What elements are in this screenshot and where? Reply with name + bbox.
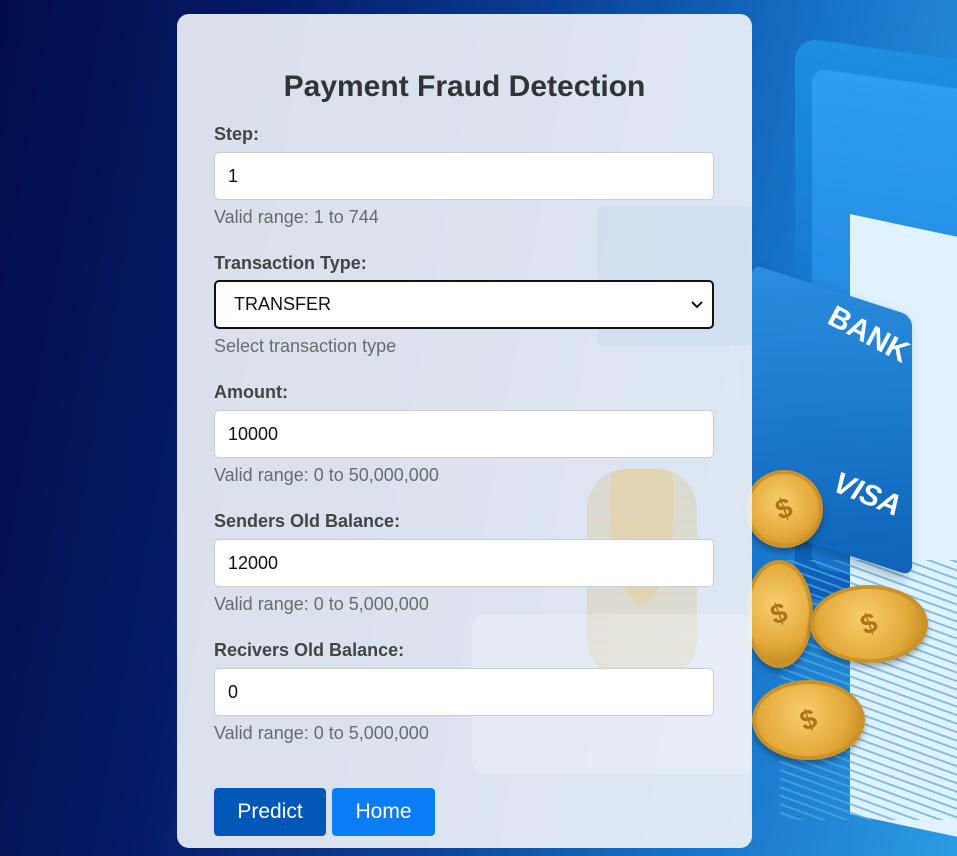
- predict-button[interactable]: Predict: [214, 788, 326, 836]
- recivers-old-balance-label: Recivers Old Balance:: [214, 640, 405, 660]
- transaction-type-label: Transaction Type:: [214, 253, 367, 273]
- amount-field-group: Amount: Valid range: 0 to 50,000,000: [214, 382, 715, 485]
- recivers-old-balance-field-group: Recivers Old Balance: Valid range: 0 to …: [214, 640, 715, 743]
- form-actions: Predict Home: [214, 788, 715, 836]
- page-title: Payment Fraud Detection: [283, 70, 646, 103]
- amount-label: Amount:: [214, 382, 288, 402]
- amount-input[interactable]: [214, 410, 714, 458]
- step-input[interactable]: [214, 152, 714, 200]
- transaction-type-select[interactable]: TRANSFER: [214, 280, 714, 329]
- senders-old-balance-hint: Valid range: 0 to 5,000,000: [214, 594, 429, 614]
- step-hint: Valid range: 1 to 744: [214, 207, 379, 227]
- transaction-type-selected-value: TRANSFER: [234, 294, 332, 314]
- transaction-type-field-group: Transaction Type: TRANSFER Select transa…: [214, 253, 715, 356]
- home-button[interactable]: Home: [332, 788, 435, 836]
- senders-old-balance-label: Senders Old Balance:: [214, 511, 401, 531]
- recivers-old-balance-input[interactable]: [214, 668, 714, 716]
- step-field-group: Step: Valid range: 1 to 744: [214, 124, 715, 227]
- coin-icon: [810, 585, 928, 663]
- step-label: Step:: [214, 124, 259, 144]
- coin-icon: [745, 560, 813, 668]
- fraud-detection-form-panel: Payment Fraud Detection Step: Valid rang…: [177, 14, 752, 848]
- senders-old-balance-input[interactable]: [214, 539, 714, 587]
- chevron-down-icon: [690, 298, 704, 312]
- coin-icon: [752, 680, 865, 760]
- transaction-type-hint: Select transaction type: [214, 336, 397, 356]
- amount-hint: Valid range: 0 to 50,000,000: [214, 465, 439, 485]
- senders-old-balance-field-group: Senders Old Balance: Valid range: 0 to 5…: [214, 511, 715, 614]
- recivers-old-balance-hint: Valid range: 0 to 5,000,000: [214, 723, 429, 743]
- coin-icon: [745, 470, 823, 548]
